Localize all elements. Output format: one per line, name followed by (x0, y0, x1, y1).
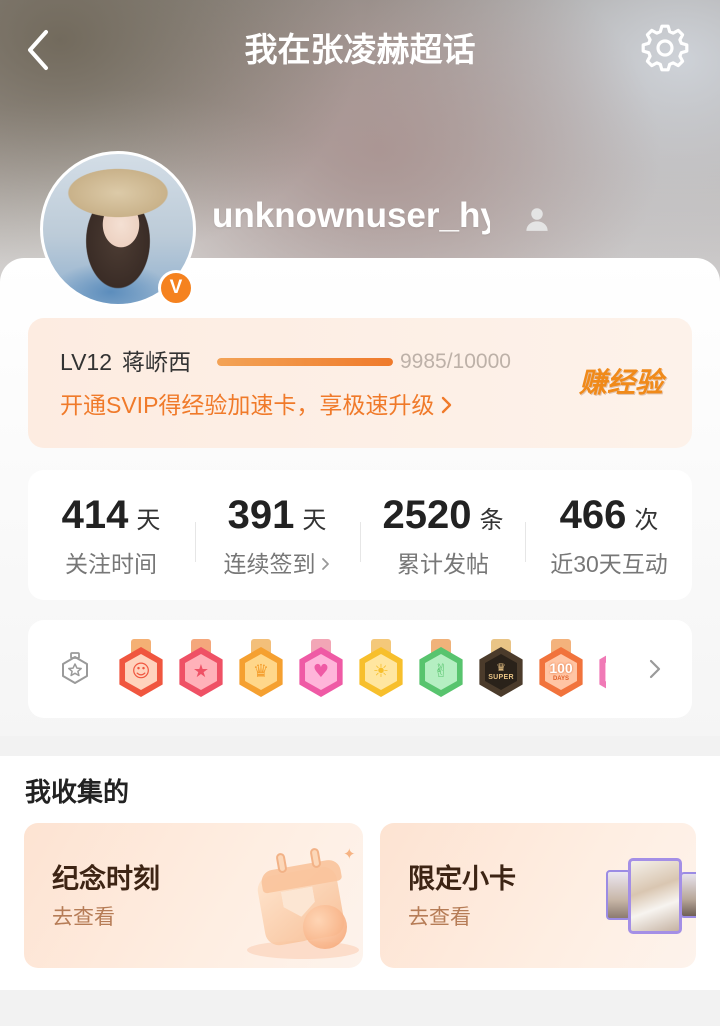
stat-unit: 次 (634, 507, 659, 534)
card-action-link[interactable]: 去查看 (408, 903, 471, 933)
card-title: 限定小卡 (408, 864, 516, 894)
stat-label: 近30天互动 (550, 551, 668, 577)
page-title: 我在张凌赫超话 (244, 31, 476, 68)
chevron-right-icon (321, 558, 329, 570)
earn-exp-button[interactable]: 赚经验 (579, 364, 663, 402)
stats-panel: 414 天 关注时间 391 天 连续签到 2520 条 累计发帖 466 次 近30天… (28, 470, 692, 600)
stat-label: 连续签到 (223, 551, 316, 577)
collection-section: 我收集的 ✦ 纪念时刻 去查看 限定小卡 去查看 (0, 756, 720, 990)
stat-unit: 天 (302, 507, 327, 534)
stat-unit: 条 (479, 507, 504, 534)
gear-icon (641, 24, 689, 72)
100-days-badge-icon[interactable]: 100 DAYS (538, 639, 584, 697)
live-badge-icon[interactable] (298, 639, 344, 697)
settings-button[interactable] (639, 22, 691, 74)
card-title: 纪念时刻 (52, 864, 160, 894)
stat-value: 2520 (382, 493, 472, 537)
trophy-badge-icon[interactable] (178, 639, 224, 697)
level-panel[interactable]: LV12 蒋峤西 9985/10000 赚经验 开通SVIP得经验加速卡，享极速升… (28, 318, 692, 448)
badge-wall-icon (62, 652, 88, 684)
stat-unit: 天 (136, 507, 161, 534)
photo-card-icon (628, 858, 682, 934)
svip-promo-link[interactable]: 开通SVIP得经验加速卡，享极速升级 (60, 388, 453, 422)
level-title: 蒋峤西 (122, 349, 192, 375)
chevron-right-icon (442, 396, 452, 414)
stat-value: 414 (61, 493, 129, 537)
section-title: 我收集的 (25, 777, 130, 807)
cat-badge-icon[interactable] (118, 639, 164, 697)
stat-label: 累计发帖 (397, 551, 489, 577)
chevron-right-icon[interactable] (647, 657, 663, 681)
super-badge-text: SUPER (488, 674, 514, 681)
hand-badge-icon[interactable] (418, 639, 464, 697)
stat-value: 466 (559, 493, 627, 537)
level-progress-text: 9985/10000 (400, 350, 511, 373)
stat-posts: 2520 条 累计发帖 (360, 470, 526, 600)
stat-checkin-days[interactable]: 391 天 连续签到 (194, 470, 360, 600)
super-badge-icon[interactable]: SUPER (478, 639, 524, 697)
photo-card-icon (680, 872, 696, 918)
stat-label: 关注时间 (65, 551, 157, 577)
limited-cards-card[interactable]: 限定小卡 去查看 (380, 823, 696, 968)
stat-value: 391 (227, 493, 295, 537)
calendar-icon: ✦ (239, 841, 359, 965)
verified-icon: V (158, 270, 194, 306)
level-progress-bar (217, 358, 393, 366)
svip-promo-text: 开通SVIP得经验加速卡，享极速升级 (60, 392, 435, 418)
stat-follow-days: 414 天 关注时间 (28, 470, 194, 600)
level-progress-fill (217, 358, 393, 366)
level-line: LV12 蒋峤西 (60, 346, 191, 378)
badge-list: SUPER 100 DAYS (116, 620, 606, 718)
days-badge-number: 100 (549, 660, 573, 676)
days-badge-text: DAYS (552, 676, 570, 682)
level-label: LV12 (60, 349, 113, 375)
card-action-link[interactable]: 去查看 (52, 903, 115, 933)
memorial-moments-card[interactable]: ✦ 纪念时刻 去查看 (24, 823, 363, 968)
stat-interactions: 466 次 近30天互动 (526, 470, 692, 600)
pink-badge-icon[interactable] (598, 639, 606, 697)
person-icon[interactable] (522, 204, 552, 234)
hi-badge-icon[interactable] (358, 639, 404, 697)
username: unknownuser_hy (212, 196, 490, 235)
crown-badge-icon[interactable] (238, 639, 284, 697)
badge-row[interactable]: SUPER 100 DAYS (28, 620, 692, 718)
